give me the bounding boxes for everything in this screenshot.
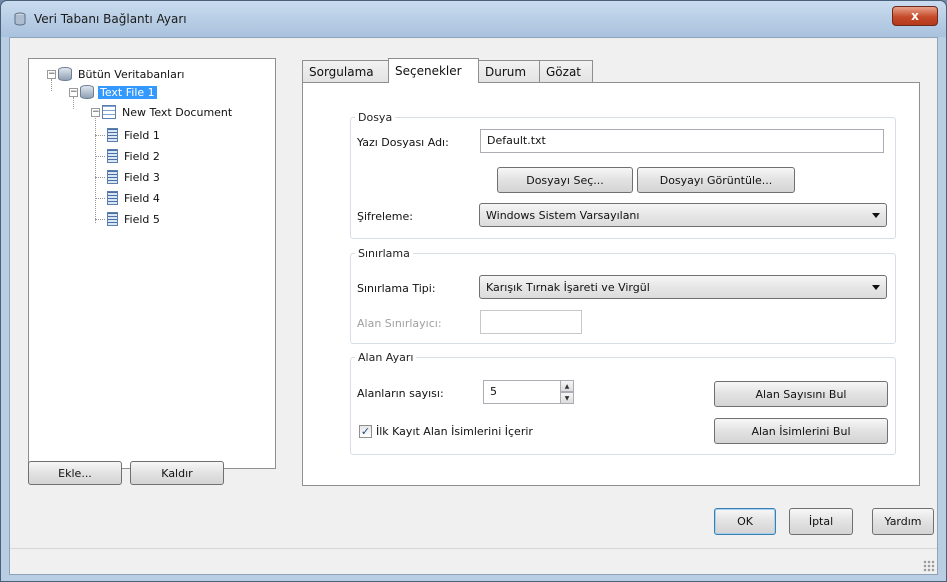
add-button[interactable]: Ekle...	[28, 461, 122, 485]
tab-secenekler[interactable]: Seçenekler	[388, 58, 479, 83]
encoding-select[interactable]: Windows Sistem Varsayılanı	[479, 203, 887, 227]
delimiter-type-select[interactable]: Karışık Tırnak İşareti ve Virgül	[479, 275, 887, 299]
tree-item-field[interactable]: Field 5	[107, 210, 162, 228]
tree-item-label: Field 3	[124, 170, 160, 184]
delimiter-type-selected-value: Karışık Tırnak İşareti ve Virgül	[486, 281, 650, 294]
dialog-client: − Bütün Veritabanları − Text File 1 − Ne…	[9, 37, 938, 575]
field-icon	[107, 191, 118, 205]
field-icon	[107, 149, 118, 163]
tree-item-label: New Text Document	[122, 105, 233, 119]
field-count-label: Alanların sayısı:	[357, 387, 444, 400]
collapse-icon[interactable]: −	[47, 69, 56, 79]
tree-item-text-file[interactable]: − Text File 1	[69, 83, 157, 101]
tree-item-label: Field 4	[124, 191, 160, 205]
tree-item-field[interactable]: Field 1	[107, 126, 162, 144]
field-count-spinner[interactable]: ▲ ▼	[560, 380, 574, 404]
field-icon	[107, 170, 118, 184]
collapse-icon[interactable]: −	[69, 87, 78, 97]
field-delimiter-label: Alan Sınırlayıcı:	[357, 317, 442, 330]
tree-item-table[interactable]: − New Text Document	[91, 103, 234, 121]
tree-item-field[interactable]: Field 2	[107, 147, 162, 165]
find-field-names-button[interactable]: Alan İsimlerini Bul	[714, 418, 888, 444]
close-button[interactable]: x	[892, 6, 938, 26]
close-icon: x	[911, 9, 919, 23]
first-row-names-checkbox[interactable]: ✓	[359, 425, 372, 438]
ok-button[interactable]: OK	[714, 508, 776, 535]
tree-item-field[interactable]: Field 4	[107, 189, 162, 207]
first-row-names-label[interactable]: İlk Kayıt Alan İsimlerini İçerir	[376, 425, 533, 438]
tree-item-label: Bütün Veritabanları	[78, 67, 185, 81]
delimiter-type-label: Sınırlama Tipi:	[357, 282, 436, 295]
field-settings-legend: Alan Ayarı	[358, 351, 414, 364]
field-icon	[107, 212, 118, 226]
view-file-button[interactable]: Dosyayı Görüntüle...	[637, 167, 795, 193]
filename-input[interactable]: Default.txt	[480, 129, 884, 153]
field-icon	[107, 128, 118, 142]
cancel-button[interactable]: İptal	[789, 508, 853, 535]
help-button[interactable]: Yardım	[872, 508, 934, 535]
delimiter-group-legend: Sınırlama	[358, 247, 410, 260]
dropdown-arrow-icon	[872, 285, 880, 290]
database-icon	[13, 12, 27, 26]
spin-down-icon[interactable]: ▼	[560, 392, 574, 404]
tree-item-label: Field 1	[124, 128, 160, 142]
tree-item-label: Field 5	[124, 212, 160, 226]
tab-panel-options: Dosya Yazı Dosyası Adı: Default.txt Dosy…	[302, 82, 920, 486]
file-database-icon	[80, 85, 94, 99]
title-bar[interactable]: Veri Tabanı Bağlantı Ayarı x	[1, 1, 946, 37]
tree-item-label: Text File 1	[98, 85, 157, 99]
database-tree[interactable]: − Bütün Veritabanları − Text File 1 − Ne…	[28, 58, 276, 469]
databases-icon	[58, 67, 72, 81]
tree-item-root[interactable]: − Bütün Veritabanları	[47, 65, 186, 83]
spin-up-icon[interactable]: ▲	[560, 380, 574, 392]
filename-label: Yazı Dosyası Adı:	[357, 136, 449, 149]
field-count-input[interactable]: 5	[483, 380, 561, 404]
choose-file-button[interactable]: Dosyayı Seç...	[497, 167, 633, 193]
tab-durum[interactable]: Durum	[478, 60, 540, 82]
remove-button[interactable]: Kaldır	[130, 461, 224, 485]
collapse-icon[interactable]: −	[91, 107, 100, 117]
tree-item-label: Field 2	[124, 149, 160, 163]
dropdown-arrow-icon	[872, 213, 880, 218]
file-group-legend: Dosya	[358, 111, 393, 124]
tree-item-field[interactable]: Field 3	[107, 168, 162, 186]
resize-grip-icon[interactable]	[923, 560, 935, 572]
tab-sorgulama[interactable]: Sorgulama	[302, 60, 389, 82]
table-icon	[102, 105, 116, 119]
status-bar	[10, 548, 937, 574]
dialog-window: Veri Tabanı Bağlantı Ayarı x − Bütün Ver…	[0, 0, 947, 582]
window-title: Veri Tabanı Bağlantı Ayarı	[34, 12, 187, 26]
encoding-selected-value: Windows Sistem Varsayılanı	[486, 209, 640, 222]
tab-gozat[interactable]: Gözat	[539, 60, 593, 82]
find-field-count-button[interactable]: Alan Sayısını Bul	[714, 381, 888, 407]
encoding-label: Şifreleme:	[357, 210, 413, 223]
check-icon: ✓	[360, 425, 371, 438]
field-delimiter-input[interactable]	[480, 310, 582, 334]
